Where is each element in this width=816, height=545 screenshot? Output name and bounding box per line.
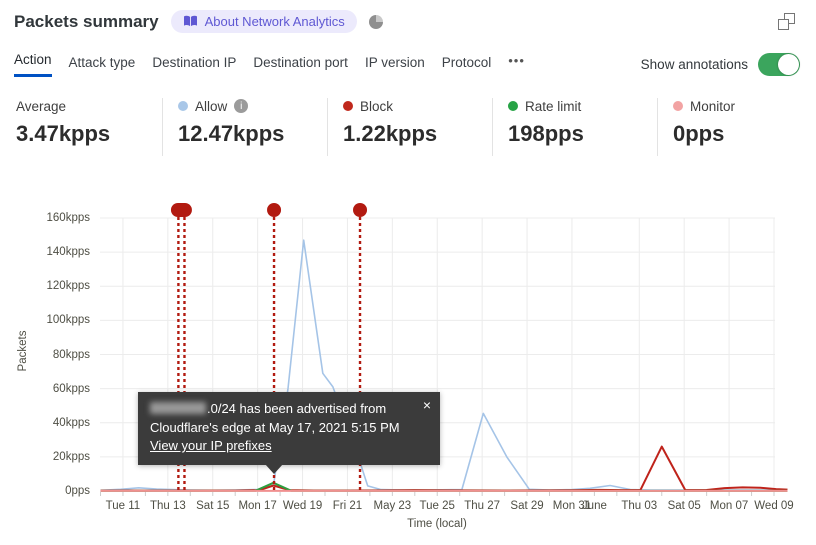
y-axis-title: Packets <box>17 330 29 372</box>
close-icon[interactable]: × <box>423 396 431 415</box>
redacted-ip-prefix <box>150 402 206 414</box>
y-tick-label: 20kpps <box>52 450 90 463</box>
tooltip-line-1: .0/24 has been advertised from <box>150 400 428 419</box>
y-tick-label: 60kpps <box>52 382 90 395</box>
y-tick-label: 40kpps <box>52 416 90 429</box>
y-tick-label: 80kpps <box>52 348 90 361</box>
annotation-marker[interactable] <box>267 203 282 217</box>
tooltip-text-1: .0/24 has been advertised from <box>207 401 387 416</box>
y-tick-label: 140kpps <box>46 246 90 259</box>
x-tick-label: Wed 09 <box>754 500 794 512</box>
tooltip-line-2: Cloudflare's edge at May 17, 2021 5:15 P… <box>150 419 400 435</box>
y-tick-label: 0pps <box>65 485 90 497</box>
annotation-marker[interactable] <box>353 203 368 217</box>
annotation-tooltip: × .0/24 has been advertised from Cloudfl… <box>138 392 440 474</box>
y-tick-label: 160kpps <box>46 212 90 224</box>
x-axis-title: Time (local) <box>407 518 467 530</box>
y-tick-label: 100kpps <box>46 314 90 327</box>
y-tick-label: 120kpps <box>46 280 90 293</box>
packets-summary-panel: Packets summary About Network Analytics … <box>0 0 816 545</box>
annotation-marker-cluster[interactable] <box>170 203 192 217</box>
view-ip-prefixes-link[interactable]: View your IP prefixes <box>150 438 272 453</box>
tooltip-arrow <box>265 463 283 474</box>
